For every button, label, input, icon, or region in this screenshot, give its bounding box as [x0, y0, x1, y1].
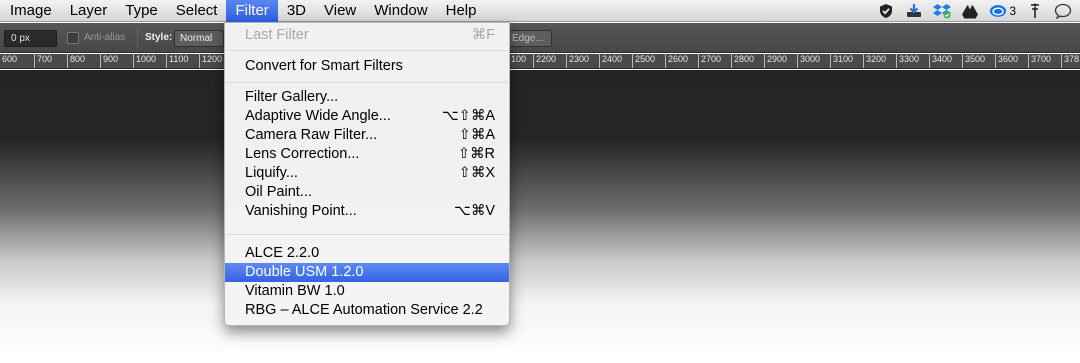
- menu-item-liquify[interactable]: Liquify... ⇧⌘X: [225, 164, 509, 183]
- menu-item-label: Adaptive Wide Angle...: [245, 108, 391, 124]
- ruler-label: 2400: [599, 54, 622, 68]
- menu-item-shortcut: ⌘F: [471, 27, 495, 43]
- menu-item-label: Double USM 1.2.0: [245, 264, 364, 280]
- dropbox-icon[interactable]: [933, 2, 952, 20]
- options-divider: [137, 28, 138, 48]
- menu-item-label: Last Filter: [245, 27, 309, 43]
- menu-item-lens-correction[interactable]: Lens Correction... ⇧⌘R: [225, 145, 509, 164]
- ruler-label: 2500: [632, 54, 655, 68]
- status-area: 3: [877, 0, 1072, 22]
- antialias-label: Anti-alias: [84, 32, 126, 43]
- menu-item-convert-smart-filters[interactable]: Convert for Smart Filters: [225, 57, 509, 76]
- menu-type[interactable]: Type: [116, 0, 167, 22]
- chat-bubble-icon[interactable]: [1054, 2, 1072, 20]
- menu-item-label: RBG – ALCE Automation Service 2.2: [245, 302, 483, 318]
- network-antenna-icon[interactable]: [1026, 2, 1044, 20]
- menu-item-shortcut: ⌥⌘V: [454, 203, 495, 219]
- menu-item-label: Vanishing Point...: [245, 203, 357, 219]
- menu-item-last-filter[interactable]: Last Filter ⌘F: [225, 26, 509, 45]
- creative-cloud-icon[interactable]: [989, 2, 1007, 20]
- menu-item-double-usm[interactable]: Double USM 1.2.0: [225, 263, 509, 282]
- menu-item-shortcut: ⇧⌘R: [457, 146, 495, 162]
- ruler-label: 700: [34, 54, 52, 68]
- ruler-label: 3100: [830, 54, 853, 68]
- menu-item-label: Liquify...: [245, 165, 298, 181]
- menu-filter[interactable]: Filter: [226, 0, 278, 22]
- menu-item-filter-gallery[interactable]: Filter Gallery...: [225, 88, 509, 107]
- ruler-label: 3600: [995, 54, 1018, 68]
- options-bar: 0 px Anti-alias Style: Normal Edge...: [0, 23, 1080, 53]
- menu-item-vitamin-bw[interactable]: Vitamin BW 1.0: [225, 282, 509, 301]
- menu-layer[interactable]: Layer: [61, 0, 117, 22]
- ruler-label: 1000: [133, 54, 156, 68]
- ruler-label: 3200: [863, 54, 886, 68]
- menu-select[interactable]: Select: [167, 0, 227, 22]
- menu-item-label: Oil Paint...: [245, 184, 312, 200]
- horizontal-ruler[interactable]: 600 700 800 900 1000 1100 1200 100 2200 …: [0, 54, 1080, 69]
- ruler-label: 3700: [1028, 54, 1051, 68]
- menu-view[interactable]: View: [315, 0, 365, 22]
- menu-item-label: Camera Raw Filter...: [245, 127, 378, 143]
- ruler-label: 100: [508, 54, 526, 68]
- menu-item-label: Vitamin BW 1.0: [245, 283, 345, 299]
- ruler-label: 2300: [566, 54, 589, 68]
- creative-cloud-count: 3: [1009, 4, 1016, 18]
- ruler-label: 900: [100, 54, 118, 68]
- style-select[interactable]: Normal: [174, 30, 224, 47]
- ruler-label: 2200: [533, 54, 556, 68]
- filter-dropdown-menu: Last Filter ⌘F Convert for Smart Filters…: [224, 22, 510, 326]
- drive-icon[interactable]: [961, 2, 979, 20]
- menu-item-vanishing-point[interactable]: Vanishing Point... ⌥⌘V: [225, 202, 509, 221]
- menu-image[interactable]: Image: [0, 0, 61, 22]
- ruler-label: 2700: [698, 54, 721, 68]
- ruler-label: 3000: [797, 54, 820, 68]
- menu-item-label: Filter Gallery...: [245, 89, 339, 105]
- refine-edge-button[interactable]: Edge...: [508, 30, 552, 47]
- menu-bar: Image Layer Type Select Filter 3D View W…: [0, 0, 1080, 22]
- menu-item-shortcut: ⇧⌘X: [458, 165, 495, 181]
- menu-separator: [226, 50, 508, 51]
- ruler-label: 600: [0, 54, 17, 68]
- ruler-label: 1100: [166, 54, 188, 68]
- antialias-checkbox[interactable]: [67, 32, 79, 44]
- menu-item-alce[interactable]: ALCE 2.2.0: [225, 244, 509, 263]
- menu-3d[interactable]: 3D: [278, 0, 315, 22]
- ruler-label: 800: [67, 54, 85, 68]
- menu-item-shortcut: ⇧⌘A: [458, 127, 495, 143]
- menu-window[interactable]: Window: [365, 0, 436, 22]
- menu-item-shortcut: ⌥⇧⌘A: [441, 108, 495, 124]
- menu-help[interactable]: Help: [437, 0, 486, 22]
- ruler-label: 2800: [731, 54, 754, 68]
- menu-item-adaptive-wide-angle[interactable]: Adaptive Wide Angle... ⌥⇧⌘A: [225, 107, 509, 126]
- ruler-label: 3300: [896, 54, 919, 68]
- menu-item-label: Lens Correction...: [245, 146, 360, 162]
- document-canvas[interactable]: [0, 70, 1080, 363]
- menu-separator: [226, 234, 508, 235]
- ruler-label: 2900: [764, 54, 787, 68]
- style-label: Style:: [145, 32, 173, 43]
- menu-item-label: ALCE 2.2.0: [245, 245, 320, 261]
- menu-separator: [226, 82, 508, 83]
- download-arrow-icon[interactable]: [905, 2, 923, 20]
- ruler-label: 3400: [929, 54, 952, 68]
- ruler-label: 3500: [962, 54, 985, 68]
- ruler-label: 1200: [199, 54, 222, 68]
- ruler-label: 378: [1061, 54, 1079, 68]
- shield-check-icon[interactable]: [877, 2, 895, 20]
- menu-item-camera-raw-filter[interactable]: Camera Raw Filter... ⇧⌘A: [225, 126, 509, 145]
- menu-item-label: Convert for Smart Filters: [245, 58, 403, 74]
- menu-item-rbg-alce-automation[interactable]: RBG – ALCE Automation Service 2.2: [225, 301, 509, 320]
- feather-input[interactable]: 0 px: [4, 30, 57, 47]
- menu-item-oil-paint[interactable]: Oil Paint...: [225, 183, 509, 202]
- ruler-label: 2600: [665, 54, 688, 68]
